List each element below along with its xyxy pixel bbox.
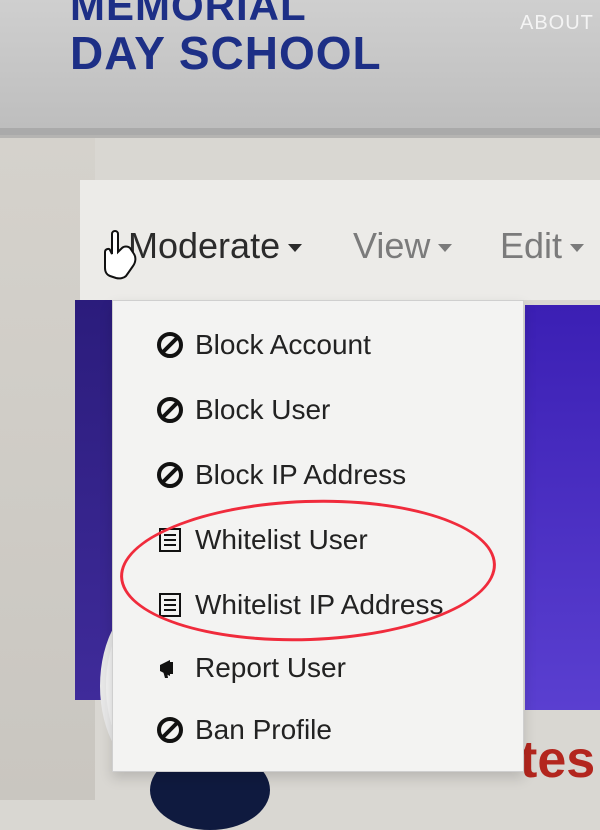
ban-icon: [155, 395, 185, 425]
background-red-text: tes: [520, 731, 596, 789]
menu-item-ban-profile[interactable]: Ban Profile: [155, 710, 332, 750]
edit-menu-button[interactable]: Edit: [500, 225, 585, 267]
ban-icon: [155, 715, 185, 745]
chevron-down-icon: [438, 244, 453, 253]
chevron-down-icon: [570, 244, 585, 253]
menu-item-label: Ban Profile: [195, 714, 332, 745]
menu-item-label: Block Account: [195, 329, 371, 360]
menu-item-block-account[interactable]: Block Account: [155, 325, 371, 365]
menu-item-block-user[interactable]: Block User: [155, 390, 330, 430]
view-label: View: [353, 225, 431, 266]
menu-item-label: Block IP Address: [195, 459, 407, 490]
moderate-menu-button[interactable]: Moderate: [128, 225, 303, 267]
school-name-line2: DAY SCHOOL: [70, 27, 382, 79]
nav-about-link[interactable]: ABOUT: [520, 12, 594, 35]
megaphone-icon: [155, 653, 185, 683]
ban-icon: [155, 330, 185, 360]
menu-item-block-ip-address[interactable]: Block IP Address: [155, 455, 406, 495]
moderate-label: Moderate: [128, 225, 281, 266]
menu-item-label: Report User: [195, 652, 346, 683]
header-divider: [0, 128, 600, 138]
menu-item-label: Block User: [195, 394, 331, 425]
view-menu-button[interactable]: View: [353, 225, 453, 267]
menu-item-report-user[interactable]: Report User: [155, 648, 346, 688]
chevron-down-icon: [288, 244, 303, 253]
hand-cursor-icon: [100, 228, 140, 288]
ban-icon: [155, 460, 185, 490]
banner-panel-right: [525, 305, 600, 710]
edit-label: Edit: [500, 225, 563, 266]
